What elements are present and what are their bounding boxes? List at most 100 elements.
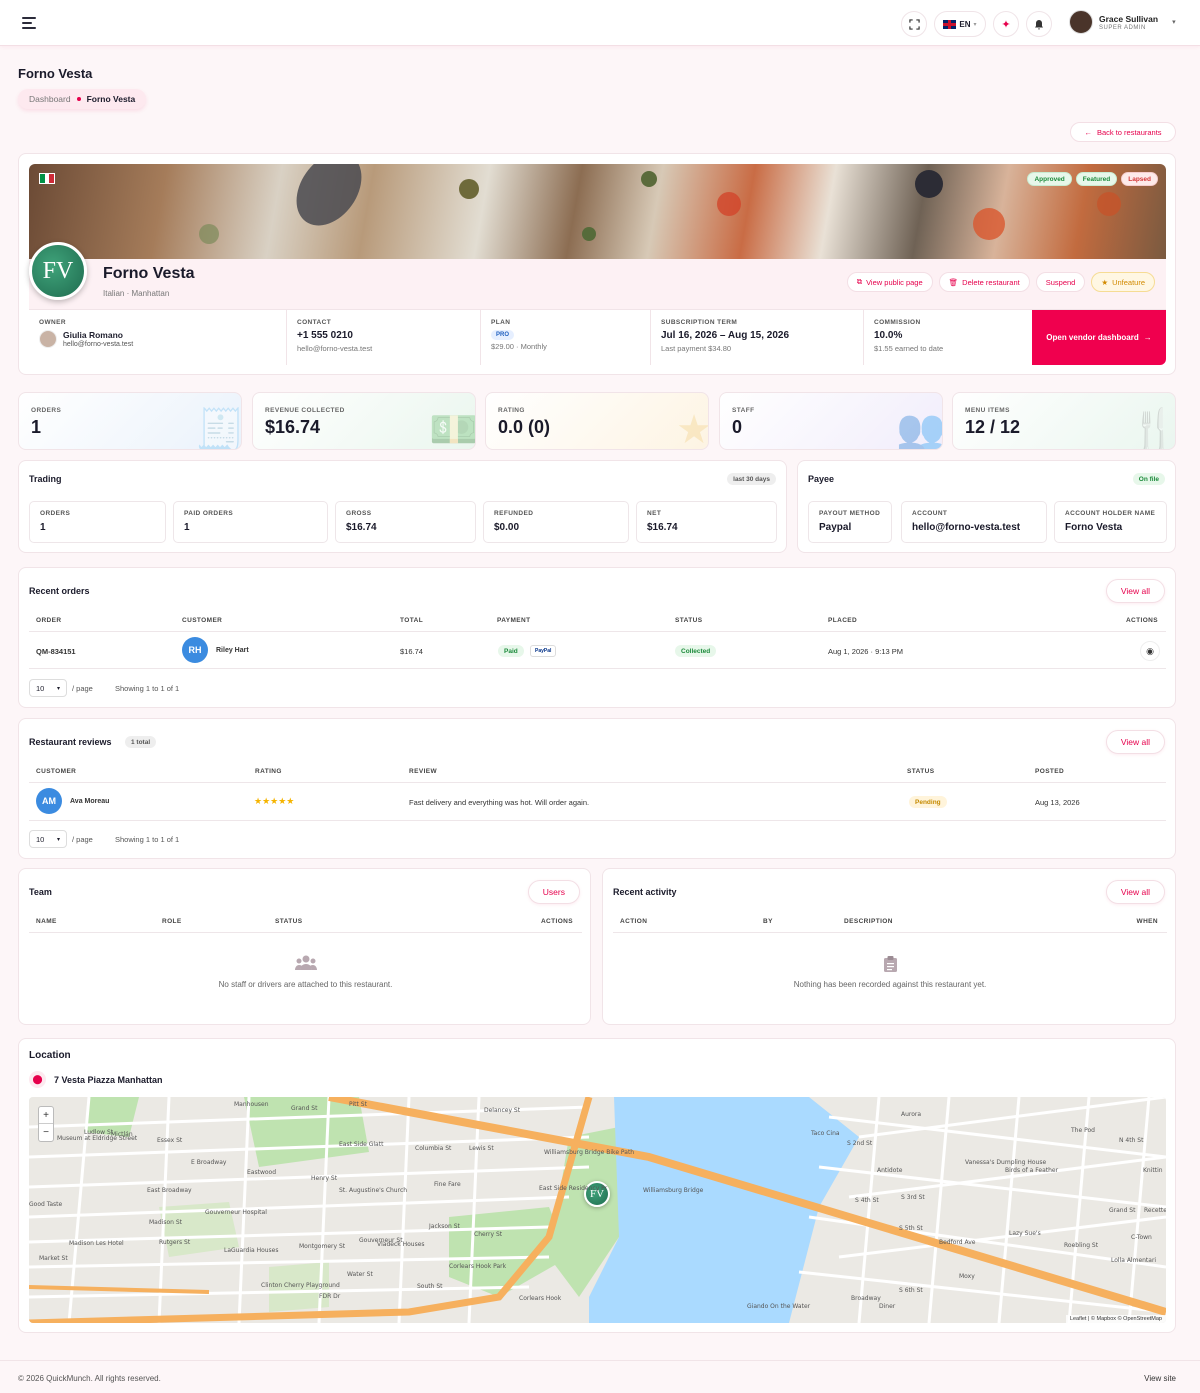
chevron-down-icon: ▾ <box>56 836 60 843</box>
tbox-value: $16.74 <box>647 522 678 533</box>
map[interactable]: + − FV Manhousen Grand St Delancey St Museu… <box>29 1097 1166 1323</box>
approved-badge: Approved <box>1027 172 1072 186</box>
map-label: Eastwood <box>247 1169 277 1176</box>
cover-image: Approved Featured Lapsed <box>29 164 1166 259</box>
col-rating: RATING <box>255 768 282 775</box>
notifications-button[interactable] <box>1026 11 1052 37</box>
sparkle-button[interactable]: ✦ <box>993 11 1019 37</box>
arrow-left-icon: ← <box>1084 127 1092 137</box>
fullscreen-button[interactable] <box>901 11 927 37</box>
showing-text: Showing 1 to 1 of 1 <box>115 835 180 844</box>
col-total: TOTAL <box>400 617 424 624</box>
vendor-label: Open vendor dashboard <box>1046 333 1139 342</box>
tbox-label: GROSS <box>346 510 372 517</box>
receipt-icon: 🧾 <box>195 408 242 450</box>
review-text: Fast delivery and everything was hot. Wi… <box>409 798 590 807</box>
orders-view-all-button[interactable]: View all <box>1105 579 1165 603</box>
last-payment: Last payment $34.80 <box>661 344 732 353</box>
view-public-page-button[interactable]: ⧉ View public page <box>846 272 933 292</box>
view-site-link[interactable]: View site <box>1144 1374 1176 1383</box>
per-page-select[interactable]: 10 ▾ <box>29 830 67 848</box>
order-placed: Aug 1, 2026 · 9:13 PM <box>828 647 904 656</box>
activity-view-all-button[interactable]: View all <box>1105 880 1165 904</box>
payee-card: Payee On file PAYOUT METHOD Paypal ACCOUN… <box>797 460 1176 553</box>
tbox-value: Forno Vesta <box>1065 522 1123 533</box>
copyright: © 2026 QuickMunch. All rights reserved. <box>18 1374 161 1383</box>
delete-label: Delete restaurant <box>962 277 1020 287</box>
term-label: SUBSCRIPTION TERM <box>661 319 738 326</box>
sparkle-icon: ✦ <box>1001 18 1011 31</box>
activity-card: Recent activity View all ACTION BY DESCR… <box>602 868 1176 1025</box>
uk-flag-icon <box>943 19 957 29</box>
map-label: Madison Les Hotel <box>69 1240 124 1247</box>
map-label: Madison St <box>149 1219 182 1226</box>
col-when: WHEN <box>1136 918 1158 925</box>
restaurant-name: Forno Vesta <box>103 265 195 282</box>
delete-restaurant-button[interactable]: 🗑 Delete restaurant <box>938 272 1030 292</box>
owner-stat: OWNER Giulia Romano hello@forno-vesta.te… <box>29 310 287 365</box>
italy-flag-icon <box>39 173 55 184</box>
rating-stars: ★★★★★ <box>254 796 295 806</box>
breadcrumb-current: Forno Vesta <box>86 94 136 104</box>
activity-title: Recent activity <box>613 887 677 897</box>
trading-gross: GROSS $16.74 <box>335 501 476 543</box>
reviewer-name: Ava Moreau <box>70 798 110 805</box>
reviews-view-all-button[interactable]: View all <box>1105 730 1165 754</box>
map-label: N 4th St <box>1119 1137 1144 1144</box>
unfeature-button[interactable]: ★ Unfeature <box>1091 272 1155 292</box>
zoom-out-button[interactable]: − <box>39 1124 53 1141</box>
map-label: Ludlow St <box>84 1129 114 1136</box>
map-label: S 4th St <box>855 1197 879 1204</box>
map-pin-icon: ⬤ <box>29 1071 46 1088</box>
tbox-label: NET <box>647 510 662 517</box>
suspend-button[interactable]: Suspend <box>1035 272 1086 292</box>
user-role: SUPER ADMIN <box>1099 24 1146 31</box>
kpi-rating: RATING 0.0 (0) ★ <box>485 392 709 450</box>
recent-orders-card: Recent orders View all ORDER CUSTOMER TO… <box>18 567 1176 708</box>
map-label: Grand St <box>291 1105 318 1112</box>
menu-toggle-icon[interactable] <box>22 17 36 29</box>
users-button[interactable]: Users <box>527 880 580 904</box>
view-public-label: View public page <box>866 277 923 287</box>
zoom-in-button[interactable]: + <box>39 1107 53 1124</box>
user-menu[interactable]: Grace Sullivan SUPER ADMIN ▾ <box>1069 10 1176 34</box>
map-label: Rutgers St <box>159 1239 191 1246</box>
order-id[interactable]: QM-834151 <box>36 647 76 656</box>
customer-name: Riley Hart <box>216 647 249 654</box>
map-label: Antidote <box>877 1167 903 1174</box>
star-icon: ★ <box>676 408 709 450</box>
map-label: Aurora <box>901 1111 922 1118</box>
map-label: S 5th St <box>899 1225 923 1232</box>
owner-avatar <box>39 330 57 348</box>
plan-price: $29.00 · Monthly <box>491 342 547 351</box>
map-label: The Pod <box>1071 1127 1095 1134</box>
pizza-photo <box>199 164 1121 244</box>
trading-paid-orders: PAID ORDERS 1 <box>173 501 328 543</box>
divider <box>29 631 1166 632</box>
language-switcher[interactable]: EN ▾ <box>934 11 986 37</box>
map-label: Pitt St <box>349 1101 367 1108</box>
map-tiles <box>29 1097 1166 1323</box>
tbox-label: ACCOUNT HOLDER NAME <box>1065 510 1156 517</box>
status-badges: Approved Featured Lapsed <box>1027 172 1158 186</box>
open-vendor-dashboard-button[interactable]: Open vendor dashboard → <box>1032 310 1166 365</box>
map-label: Clinton Cherry Playground <box>261 1282 340 1289</box>
breadcrumb-dashboard[interactable]: Dashboard <box>29 94 71 104</box>
reviews-title: Restaurant reviews <box>29 737 112 747</box>
map-label: Corlears Hook <box>519 1295 562 1302</box>
map-label: LaGuardia Houses <box>224 1247 279 1254</box>
map-label: Essex St <box>157 1137 183 1144</box>
term-stat: SUBSCRIPTION TERM Jul 16, 2026 – Aug 15,… <box>651 310 864 365</box>
divider <box>613 932 1167 933</box>
map-label: Birds of a Feather <box>1005 1167 1059 1174</box>
breadcrumb-separator <box>76 97 81 101</box>
map-label: Gouverneur St <box>359 1237 403 1244</box>
order-status-badge: Collected <box>675 645 717 657</box>
map-label: S 3rd St <box>901 1194 925 1201</box>
reviews-total-badge: 1 total <box>125 736 157 748</box>
per-page-select[interactable]: 10 ▾ <box>29 679 67 697</box>
view-order-button[interactable]: ◉ <box>1140 641 1160 661</box>
col-role: ROLE <box>162 918 182 925</box>
map-label: Columbia St <box>415 1145 452 1152</box>
back-to-restaurants-button[interactable]: ← Back to restaurants <box>1070 122 1176 142</box>
